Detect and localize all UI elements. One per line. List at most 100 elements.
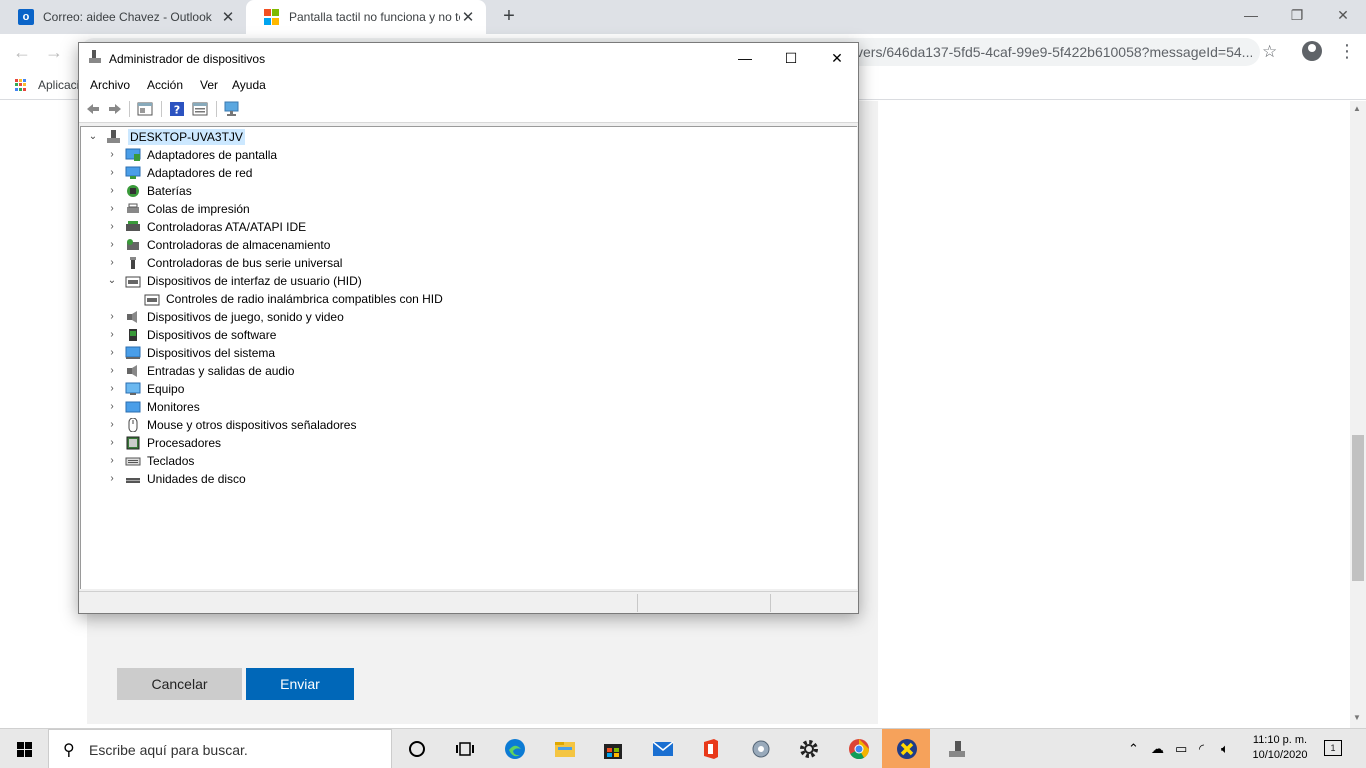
expand-chevron-icon[interactable]: ›: [106, 380, 118, 398]
apps-bookmark-label[interactable]: Aplicaci: [38, 78, 79, 92]
back-arrow-icon[interactable]: [85, 101, 101, 117]
tree-category[interactable]: › Controladoras de almacenamiento: [106, 236, 330, 254]
cancel-button[interactable]: Cancelar: [117, 668, 242, 700]
app-x-button[interactable]: [882, 729, 930, 768]
scroll-up-icon[interactable]: ▲: [1353, 104, 1361, 113]
volume-icon[interactable]: 🔈︎: [1221, 741, 1229, 757]
store-button[interactable]: [588, 729, 636, 768]
profile-avatar-icon[interactable]: [1302, 41, 1322, 61]
expand-chevron-icon[interactable]: ›: [106, 200, 118, 218]
toolbar-separator: [161, 101, 162, 117]
tree-category[interactable]: › Dispositivos de software: [106, 326, 276, 344]
expand-chevron-icon[interactable]: ›: [106, 362, 118, 380]
start-button[interactable]: [0, 729, 48, 768]
wifi-icon[interactable]: ◜: [1199, 741, 1204, 757]
expand-chevron-icon[interactable]: ›: [106, 236, 118, 254]
expand-chevron-icon[interactable]: ›: [106, 182, 118, 200]
tree-category[interactable]: › Equipo: [106, 380, 184, 398]
tree-category[interactable]: › Procesadores: [106, 434, 221, 452]
close-tab-icon[interactable]: ✕: [220, 8, 236, 26]
menu-accion[interactable]: Acción: [147, 78, 183, 92]
tree-category[interactable]: › Dispositivos del sistema: [106, 344, 275, 362]
collapse-chevron-icon[interactable]: ⌄: [106, 272, 118, 290]
cortana-button[interactable]: [392, 729, 440, 768]
mouse-icon: [128, 418, 138, 432]
battery-icon[interactable]: ▭: [1175, 741, 1187, 757]
tree-category[interactable]: › Colas de impresión: [106, 200, 249, 218]
menu-ver[interactable]: Ver: [200, 78, 218, 92]
tab-pantalla-tactil[interactable]: Pantalla tactil no funciona y no te ✕: [246, 0, 486, 34]
computer-icon: [125, 382, 141, 395]
mail-button[interactable]: [638, 729, 686, 768]
more-menu-icon[interactable]: ⋮: [1338, 42, 1356, 60]
menu-archivo[interactable]: Archivo: [90, 78, 130, 92]
collapse-chevron-icon[interactable]: ⌄: [87, 128, 99, 146]
tree-category[interactable]: › Unidades de disco: [106, 470, 245, 488]
device-manager-taskbar-button[interactable]: [932, 729, 980, 768]
tree-category[interactable]: › Entradas y salidas de audio: [106, 362, 294, 380]
tree-root[interactable]: ⌄ DESKTOP-UVA3TJV: [87, 128, 245, 146]
edge-button[interactable]: [490, 729, 538, 768]
tree-category[interactable]: › Controladoras ATA/ATAPI IDE: [106, 218, 306, 236]
tree-category[interactable]: › Monitores: [106, 398, 199, 416]
send-button[interactable]: Enviar: [246, 668, 354, 700]
expand-chevron-icon[interactable]: ›: [106, 452, 118, 470]
tree-category[interactable]: › Adaptadores de red: [106, 164, 252, 182]
device-manager-titlebar[interactable]: Administrador de dispositivos — ☐ ✕: [79, 43, 858, 73]
maximize-icon[interactable]: ☐: [768, 43, 814, 73]
file-explorer-button[interactable]: [540, 729, 588, 768]
tree-category[interactable]: › Dispositivos de juego, sonido y video: [106, 308, 343, 326]
show-hidden-icons-icon[interactable]: ⌃: [1128, 741, 1139, 757]
onedrive-icon[interactable]: ☁: [1151, 741, 1164, 757]
tree-category[interactable]: › Teclados: [106, 452, 194, 470]
forward-arrow-icon[interactable]: →: [44, 42, 64, 62]
new-tab-button[interactable]: +: [497, 6, 521, 28]
tree-child-item[interactable]: Controles de radio inalámbrica compatibl…: [125, 290, 443, 308]
expand-chevron-icon[interactable]: ›: [106, 146, 118, 164]
scan-hardware-icon[interactable]: [224, 101, 240, 117]
expand-chevron-icon[interactable]: ›: [106, 164, 118, 182]
menu-ayuda[interactable]: Ayuda: [232, 78, 266, 92]
page-scrollbar[interactable]: [1350, 101, 1366, 728]
chrome-button[interactable]: [834, 729, 882, 768]
restore-icon[interactable]: ❐: [1274, 0, 1320, 30]
tree-category[interactable]: › Adaptadores de pantalla: [106, 146, 277, 164]
bookmark-star-icon[interactable]: ☆: [1262, 42, 1277, 62]
office-button[interactable]: [686, 729, 734, 768]
expand-chevron-icon[interactable]: ›: [106, 308, 118, 326]
help-icon[interactable]: ?: [169, 101, 185, 117]
url-text[interactable]: vers/646da137-5fd5-4caf-99e9-5f422b61005…: [856, 44, 1252, 60]
processor-icon: [126, 436, 140, 450]
tree-category[interactable]: › Baterías: [106, 182, 191, 200]
tree-category[interactable]: ⌄ Dispositivos de interfaz de usuario (HI…: [106, 272, 362, 290]
settings-button[interactable]: [784, 729, 832, 768]
expand-chevron-icon[interactable]: ›: [106, 326, 118, 344]
tree-category[interactable]: › Controladoras de bus serie universal: [106, 254, 342, 272]
scroll-down-icon[interactable]: ▼: [1353, 713, 1361, 722]
expand-chevron-icon[interactable]: ›: [106, 344, 118, 362]
settings-tool-button[interactable]: [736, 729, 784, 768]
view-icon[interactable]: [192, 101, 208, 117]
back-arrow-icon[interactable]: ←: [12, 42, 32, 62]
expand-chevron-icon[interactable]: ›: [106, 470, 118, 488]
notifications-icon[interactable]: 1: [1324, 740, 1342, 756]
tree-category[interactable]: › Mouse y otros dispositivos señaladores: [106, 416, 356, 434]
expand-chevron-icon[interactable]: ›: [106, 254, 118, 272]
taskbar-search[interactable]: ⚲ Escribe aquí para buscar.: [48, 729, 392, 768]
tab-outlook[interactable]: o Correo: aidee Chavez - Outlook ✕: [0, 0, 246, 34]
expand-chevron-icon[interactable]: ›: [106, 218, 118, 236]
task-view-button[interactable]: [440, 729, 488, 768]
close-window-icon[interactable]: ✕: [1320, 0, 1366, 30]
close-tab-icon[interactable]: ✕: [460, 8, 476, 26]
properties-icon[interactable]: [137, 101, 153, 117]
minimize-icon[interactable]: —: [1228, 0, 1274, 30]
expand-chevron-icon[interactable]: ›: [106, 416, 118, 434]
system-clock[interactable]: 11:10 p. m. 10/10/2020: [1244, 733, 1316, 763]
expand-chevron-icon[interactable]: ›: [106, 398, 118, 416]
scrollbar-thumb[interactable]: [1352, 435, 1364, 581]
apps-grid-icon[interactable]: [15, 79, 27, 91]
expand-chevron-icon[interactable]: ›: [106, 434, 118, 452]
forward-arrow-icon[interactable]: [107, 101, 123, 117]
minimize-icon[interactable]: —: [722, 43, 768, 73]
close-window-icon[interactable]: ✕: [814, 43, 860, 73]
